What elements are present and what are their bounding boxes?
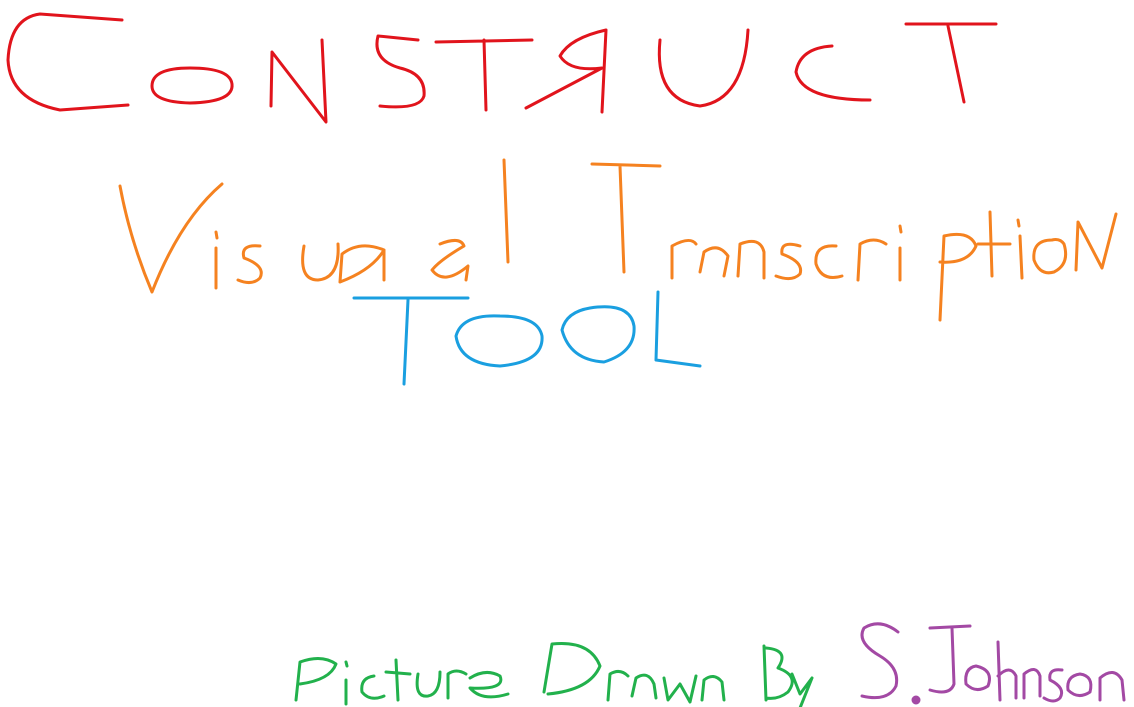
tool-letter-l bbox=[654, 290, 702, 368]
credit-letter-c bbox=[360, 674, 386, 700]
subtitle-letter-n2 bbox=[1074, 212, 1118, 272]
author-letter-s bbox=[860, 622, 900, 700]
credit-letter-r bbox=[446, 669, 468, 700]
author-handwriting bbox=[860, 622, 1126, 705]
subtitle-letter-s2 bbox=[774, 242, 803, 281]
subtitle2-handwriting bbox=[352, 290, 702, 386]
credit-letter-e bbox=[468, 671, 510, 699]
credit-letter-r2 bbox=[606, 669, 630, 702]
subtitle-letter-n bbox=[736, 239, 766, 280]
credit-letter-n bbox=[700, 675, 726, 702]
credit-letter-y bbox=[790, 672, 814, 707]
credit-letter-d bbox=[542, 641, 602, 696]
tool-letter-o1 bbox=[454, 314, 544, 368]
credit-letter-w bbox=[662, 674, 698, 704]
drawing-canvas: CONSTRUCT Visual Transcription TOOL Pict… bbox=[0, 0, 1134, 707]
title-letter-o bbox=[150, 66, 234, 105]
author-letter-j bbox=[928, 624, 972, 694]
author-letter-h bbox=[996, 640, 1018, 702]
subtitle-letter-p bbox=[938, 232, 978, 322]
subtitle-letter-a2 bbox=[430, 239, 470, 282]
author-letter-o bbox=[964, 664, 991, 691]
handwritten-drawing bbox=[6, 12, 1126, 707]
subtitle-letter-i3 bbox=[1016, 218, 1024, 280]
subtitle-letter-a bbox=[338, 244, 386, 284]
credit-letter-b bbox=[762, 644, 794, 702]
subtitle-letter-t bbox=[590, 162, 662, 274]
credit-handwriting bbox=[294, 641, 814, 707]
title-letter-r bbox=[524, 28, 608, 114]
title-letter-t1 bbox=[434, 38, 534, 112]
tool-letter-o2 bbox=[560, 305, 636, 364]
title-letter-s bbox=[375, 34, 426, 109]
credit-letter-t bbox=[384, 658, 412, 702]
subtitle-letter-t2 bbox=[976, 210, 1012, 278]
subtitle-letter-a3 bbox=[698, 246, 730, 278]
subtitle-letter-s bbox=[236, 244, 263, 285]
subtitle-letter-v bbox=[118, 182, 224, 294]
title-letter-t2 bbox=[904, 22, 998, 104]
subtitle-letter-c bbox=[814, 244, 844, 279]
title-letter-c bbox=[6, 12, 130, 112]
subtitle-letter-r2 bbox=[856, 238, 888, 282]
author-letter-s2 bbox=[1042, 668, 1064, 703]
subtitle-letter-i bbox=[214, 230, 219, 290]
author-letter-o2 bbox=[1066, 672, 1093, 697]
title-letter-n bbox=[269, 38, 328, 124]
credit-letter-p bbox=[294, 657, 338, 702]
subtitle-letter-r bbox=[670, 239, 698, 280]
subtitle-handwriting bbox=[118, 158, 1118, 322]
subtitle-letter-u bbox=[301, 242, 340, 282]
tool-letter-t bbox=[352, 296, 470, 386]
title-handwriting bbox=[6, 12, 998, 124]
credit-letter-u bbox=[415, 670, 442, 698]
title-letter-u bbox=[657, 28, 750, 108]
subtitle-letter-o bbox=[1032, 238, 1068, 275]
author-letter-n2 bbox=[1098, 671, 1126, 702]
title-letter-c2 bbox=[794, 44, 872, 102]
subtitle-letter-l bbox=[502, 158, 510, 264]
author-letter-n bbox=[1022, 668, 1042, 700]
subtitle-letter-i2 bbox=[898, 224, 903, 282]
credit-letter-i bbox=[344, 660, 349, 706]
credit-letter-a bbox=[630, 673, 658, 700]
author-period bbox=[911, 695, 921, 705]
